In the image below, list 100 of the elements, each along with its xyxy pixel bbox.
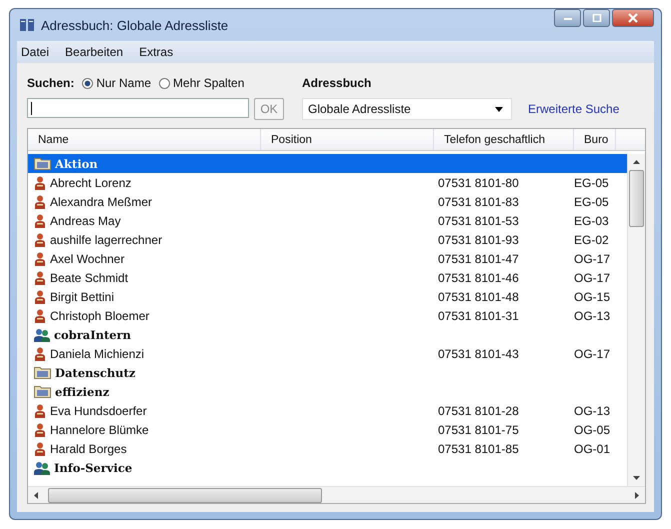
- office-code: EG-05: [574, 176, 609, 190]
- person-icon: [34, 308, 46, 322]
- contact-name: Daniela Michienzi: [50, 346, 144, 360]
- office-code: EG-03: [574, 214, 609, 228]
- contact-name: Alexandra Meßmer: [50, 194, 152, 208]
- menu-item[interactable]: Datei: [21, 45, 50, 59]
- list-row[interactable]: aushilfe lagerrechner 07531 8101-93 EG-02: [28, 230, 627, 249]
- phone-number: 07531 8101-75: [438, 422, 519, 436]
- office-code: OG-01: [574, 442, 610, 456]
- phone-number: 07531 8101-80: [438, 176, 519, 190]
- maximize-icon: [590, 14, 602, 22]
- contact-name: aushilfe lagerrechner: [50, 232, 162, 246]
- group-icon: [34, 328, 50, 342]
- list-row[interactable]: Harald Borges 07531 8101-85 OG-01: [28, 439, 627, 458]
- minimize-button[interactable]: [554, 9, 581, 27]
- phone-number: 07531 8101-53: [438, 214, 519, 228]
- group-icon: [34, 460, 50, 474]
- column-header[interactable]: Position: [261, 129, 434, 150]
- person-icon: [34, 290, 46, 304]
- person-icon: [34, 252, 46, 266]
- folder-icon: [34, 366, 51, 379]
- person-icon: [34, 194, 46, 208]
- list-row[interactable]: Birgit Bettini 07531 8101-48 OG-15: [28, 287, 627, 306]
- menu-item[interactable]: Bearbeiten: [65, 45, 124, 59]
- folder-icon: [34, 157, 51, 170]
- contact-name: Eva Hundsdoerfer: [50, 404, 147, 418]
- scroll-down-icon[interactable]: [633, 476, 640, 480]
- phone-number: 07531 8101-93: [438, 232, 519, 246]
- phone-number: 07531 8101-85: [438, 442, 519, 456]
- menu-item[interactable]: Extras: [139, 45, 174, 59]
- dropdown-arrow-icon: [495, 106, 503, 112]
- horizontal-scrollbar[interactable]: [28, 486, 645, 503]
- scroll-thumb[interactable]: [629, 170, 644, 227]
- person-icon: [34, 422, 46, 436]
- list-row[interactable]: Andreas May 07531 8101-53 EG-03: [28, 211, 627, 230]
- contact-name: Aktion: [55, 156, 98, 170]
- person-icon: [34, 346, 46, 360]
- person-icon: [34, 176, 46, 190]
- vertical-scrollbar[interactable]: [627, 154, 645, 486]
- list-row[interactable]: Daniela Michienzi 07531 8101-43 OG-17: [28, 344, 627, 363]
- contact-name: Christoph Bloemer: [50, 308, 150, 322]
- address-book-dropdown[interactable]: Globale Adressliste: [302, 98, 512, 120]
- contact-name: Beate Schmidt: [50, 270, 128, 284]
- list-row[interactable]: effizienz: [28, 382, 627, 401]
- contact-name: Birgit Bettini: [50, 290, 114, 304]
- office-code: OG-15: [574, 290, 610, 304]
- person-icon: [34, 442, 46, 456]
- office-code: OG-17: [574, 346, 610, 360]
- office-code: OG-17: [574, 270, 610, 284]
- list-row[interactable]: Abrecht Lorenz 07531 8101-80 EG-05: [28, 173, 627, 192]
- column-header[interactable]: Buro: [574, 129, 616, 150]
- close-button[interactable]: [612, 9, 654, 27]
- advanced-search-link[interactable]: Erweiterte Suche: [528, 102, 620, 120]
- maximize-button[interactable]: [583, 9, 610, 27]
- list-row[interactable]: Aktion: [28, 154, 627, 173]
- contact-name: Andreas May: [50, 214, 121, 228]
- radio-label: Mehr Spalten: [173, 76, 244, 90]
- column-header[interactable]: Telefon geschaftlich: [434, 129, 574, 150]
- office-code: EG-02: [574, 232, 609, 246]
- phone-number: 07531 8101-47: [438, 252, 519, 266]
- office-code: OG-17: [574, 252, 610, 266]
- radio-button[interactable]: [159, 78, 170, 88]
- contact-name: cobraIntern: [54, 328, 132, 342]
- contact-name: Axel Wochner: [50, 252, 124, 266]
- list-row[interactable]: Alexandra Meßmer 07531 8101-83 EG-05: [28, 192, 627, 211]
- radio-button[interactable]: [82, 78, 94, 88]
- list-row[interactable]: Axel Wochner 07531 8101-47 OG-17: [28, 249, 627, 268]
- phone-number: 07531 8101-83: [438, 194, 519, 208]
- person-icon: [34, 214, 46, 228]
- phone-number: 07531 8101-43: [438, 346, 519, 360]
- list-row[interactable]: Christoph Bloemer 07531 8101-31 OG-13: [28, 306, 627, 325]
- office-code: OG-13: [574, 308, 610, 322]
- folder-icon: [34, 385, 51, 398]
- search-label: Suchen:: [27, 76, 74, 90]
- search-field[interactable]: [27, 98, 249, 118]
- column-header[interactable]: Name: [28, 129, 261, 150]
- phone-number: 07531 8101-31: [438, 308, 519, 322]
- phone-number: 07531 8101-46: [438, 270, 519, 284]
- scroll-right-icon[interactable]: [635, 492, 639, 498]
- list-row[interactable]: Hannelore Blümke 07531 8101-75 OG-05: [28, 420, 627, 439]
- list-row[interactable]: Info-Service: [28, 458, 627, 477]
- contact-name: Harald Borges: [50, 442, 127, 456]
- person-icon: [34, 270, 46, 284]
- person-icon: [34, 404, 46, 418]
- list-row[interactable]: cobraIntern: [28, 325, 627, 344]
- contact-name: Abrecht Lorenz: [50, 176, 132, 190]
- scroll-left-icon[interactable]: [34, 492, 38, 498]
- office-code: OG-05: [574, 422, 610, 436]
- contact-name: effizienz: [55, 384, 110, 398]
- phone-number: 07531 8101-48: [438, 290, 519, 304]
- list-row[interactable]: Datenschutz: [28, 363, 627, 382]
- scroll-thumb[interactable]: [48, 488, 322, 502]
- scroll-up-icon[interactable]: [633, 160, 640, 164]
- contact-name: Hannelore Blümke: [50, 422, 149, 436]
- radio-label: Nur Name: [96, 76, 152, 90]
- phone-number: 07531 8101-28: [438, 404, 519, 418]
- list-row[interactable]: Beate Schmidt 07531 8101-46 OG-17: [28, 268, 627, 287]
- contact-name: Datenschutz: [55, 366, 136, 380]
- window-title: Adressbuch: Globale Adressliste: [41, 18, 228, 32]
- list-row[interactable]: Eva Hundsdoerfer 07531 8101-28 OG-13: [28, 401, 627, 420]
